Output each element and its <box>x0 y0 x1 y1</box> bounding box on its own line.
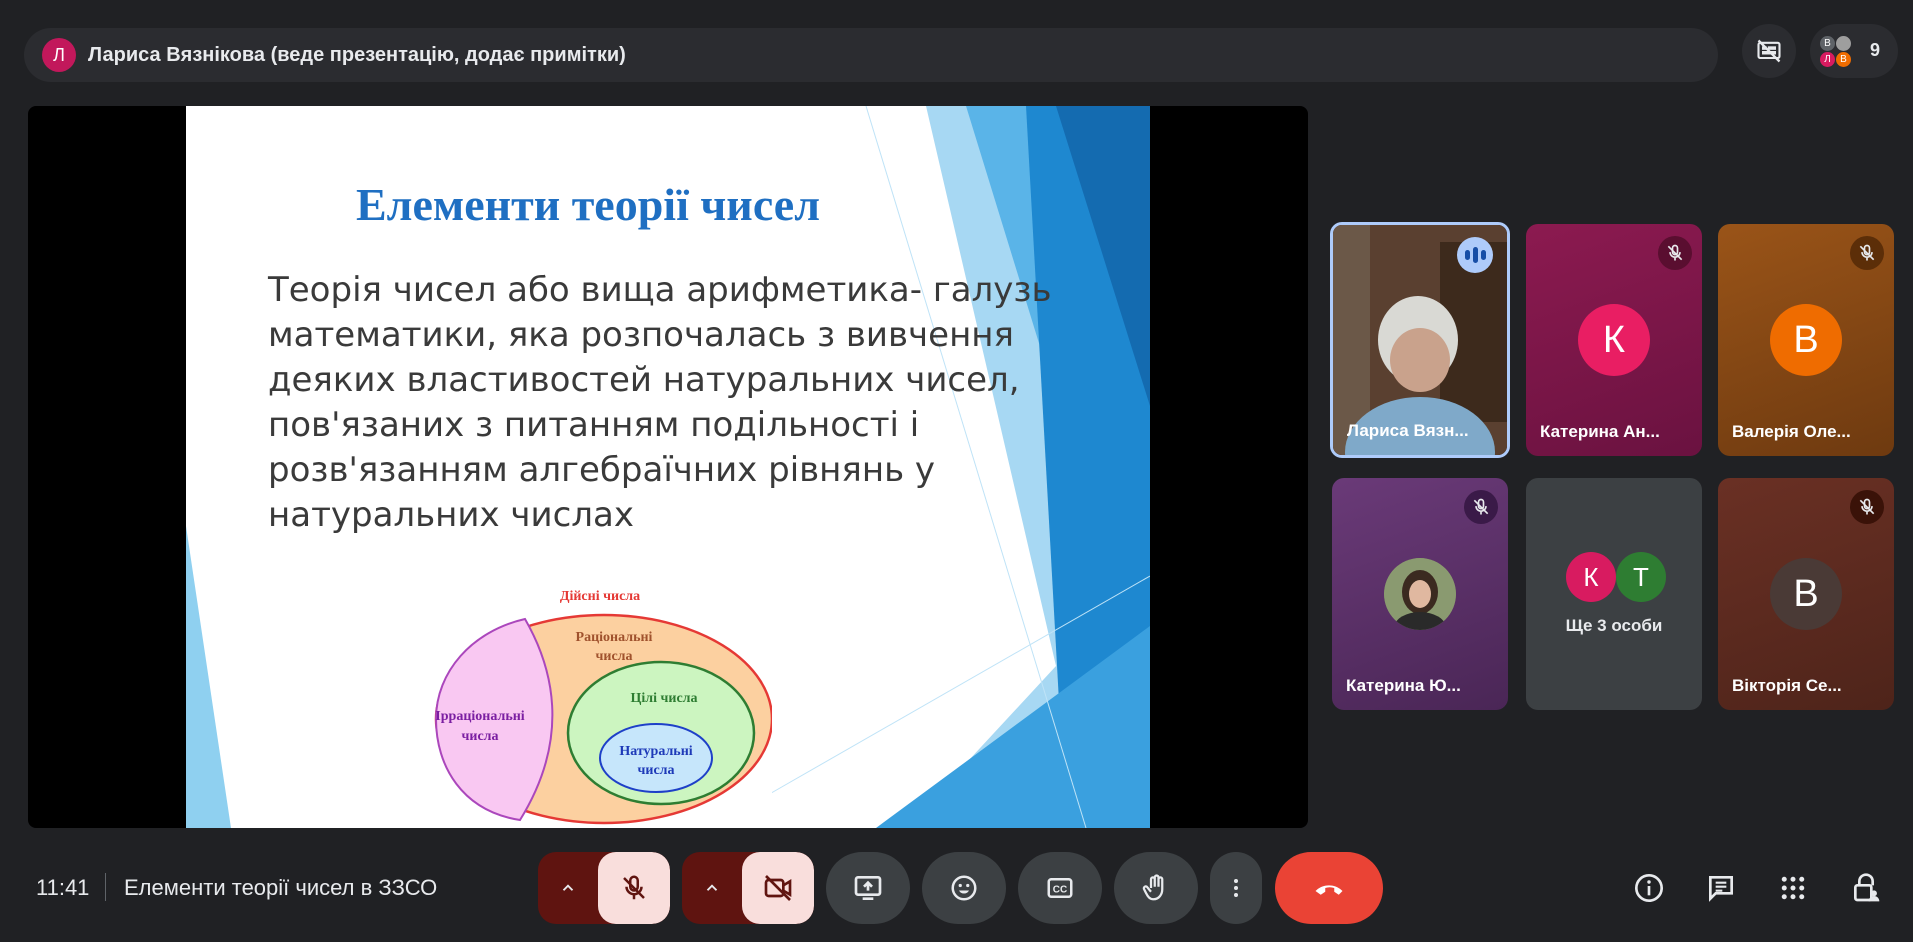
mic-off-icon <box>1850 490 1884 524</box>
participant-tile[interactable]: К Катерина Ан... <box>1526 224 1702 456</box>
audio-options-button[interactable] <box>538 852 598 924</box>
host-controls-button[interactable] <box>1846 868 1886 908</box>
apps-grid-icon <box>1781 876 1805 900</box>
call-end-icon <box>1315 885 1343 895</box>
participant-avatar: К <box>1566 552 1616 602</box>
mini-avatar: В <box>1820 36 1835 51</box>
presentation-stage: Елементи теорії чисел Теорія чисел або в… <box>28 106 1308 828</box>
more-options-button[interactable] <box>1210 852 1262 924</box>
captions-button[interactable]: CC <box>1018 852 1102 924</box>
participant-tile[interactable]: В Валерія Оле... <box>1718 224 1894 456</box>
participant-name: Валерія Оле... <box>1732 422 1851 441</box>
camera-control-group <box>682 852 814 924</box>
activities-button[interactable] <box>1773 868 1813 908</box>
participant-tile[interactable]: Катерина Ю... <box>1332 478 1508 710</box>
diagram-label-real: Дійсні числа <box>560 589 640 604</box>
number-sets-diagram: Дійсні числа Раціональні числа Ірраціона… <box>432 586 772 828</box>
more-participants-label: Ще 3 особи <box>1565 616 1663 635</box>
video-options-button[interactable] <box>682 852 742 924</box>
diagram-label-natural-2: числа <box>637 763 674 778</box>
lock-person-icon <box>1854 873 1880 902</box>
participant-name: Лариса Вязн... <box>1347 421 1469 440</box>
hand-icon <box>1142 874 1164 901</box>
camera-toggle-button[interactable] <box>742 852 814 924</box>
participant-avatar: К <box>1578 304 1650 376</box>
present-screen-icon <box>854 876 882 900</box>
reactions-button[interactable] <box>922 852 1006 924</box>
more-vert-icon <box>1234 879 1238 897</box>
mic-off-icon <box>1850 236 1884 270</box>
diagram-label-integers: Цілі числа <box>630 691 697 706</box>
diagram-label-irrational-2: числа <box>461 729 498 744</box>
presenter-bar: Л Лариса Вязнікова (веде презентацію, до… <box>24 28 1718 82</box>
clock: 11:41 <box>36 875 90 900</box>
participant-avatar: В <box>1770 558 1842 630</box>
camera-off-icon <box>764 875 792 901</box>
speaking-indicator-icon <box>1457 237 1493 273</box>
participant-name: Катерина Ю... <box>1346 676 1461 695</box>
participants-button[interactable]: В Л В 9 <box>1810 24 1898 78</box>
mic-off-icon <box>1658 236 1692 270</box>
info-icon <box>1635 874 1663 902</box>
chevron-up-icon <box>706 884 718 891</box>
mini-avatar: Л <box>1820 52 1835 67</box>
diagram-label-natural: Натуральні <box>619 744 692 759</box>
meeting-title: Елементи теорії чисел в ЗЗСО <box>124 875 438 900</box>
slide-body: Теорія чисел або вища арифметика- галузь… <box>268 270 1052 535</box>
participant-name: Катерина Ан... <box>1540 422 1660 441</box>
chat-button[interactable] <box>1701 868 1741 908</box>
diagram-label-rational-2: числа <box>595 649 632 664</box>
slide: Елементи теорії чисел Теорія чисел або в… <box>186 106 1150 828</box>
meeting-details-button[interactable] <box>1629 868 1669 908</box>
diagram-label-irrational: Ірраціональні <box>435 709 524 724</box>
mic-toggle-button[interactable] <box>598 852 670 924</box>
participant-name: Вікторія Се... <box>1732 676 1842 695</box>
participant-avatar: Т <box>1616 552 1666 602</box>
mic-off-icon <box>623 875 645 900</box>
chat-icon <box>1709 876 1733 902</box>
hide-tiles-button[interactable] <box>1742 24 1796 78</box>
present-screen-button[interactable] <box>826 852 910 924</box>
diagram-label-rational: Раціональні <box>576 630 653 645</box>
presenter-avatar: Л <box>42 38 76 72</box>
participant-avatar: В <box>1770 304 1842 376</box>
participant-photo-avatar <box>1384 558 1456 630</box>
more-participants-tile[interactable]: К Т Ще 3 особи <box>1526 478 1702 710</box>
present-off-icon <box>1757 39 1781 63</box>
presenter-label: Лариса Вязнікова (веде презентацію, дода… <box>88 43 626 66</box>
raise-hand-button[interactable] <box>1114 852 1198 924</box>
mic-control-group <box>538 852 670 924</box>
mini-avatar-photo <box>1836 36 1851 51</box>
divider <box>105 873 106 901</box>
closed-captions-icon: CC <box>1047 878 1073 898</box>
chevron-up-icon <box>562 884 574 891</box>
svg-text:CC: CC <box>1053 884 1067 895</box>
mini-avatar: В <box>1836 52 1851 67</box>
mic-off-icon <box>1464 490 1498 524</box>
emoji-icon <box>951 875 977 901</box>
leave-call-button[interactable] <box>1275 852 1383 924</box>
participant-count: 9 <box>1870 40 1881 60</box>
participant-tile[interactable]: В Вікторія Се... <box>1718 478 1894 710</box>
slide-title: Елементи теорії чисел <box>355 179 821 230</box>
participant-tile-speaker[interactable]: Лариса Вязн... <box>1330 222 1510 458</box>
